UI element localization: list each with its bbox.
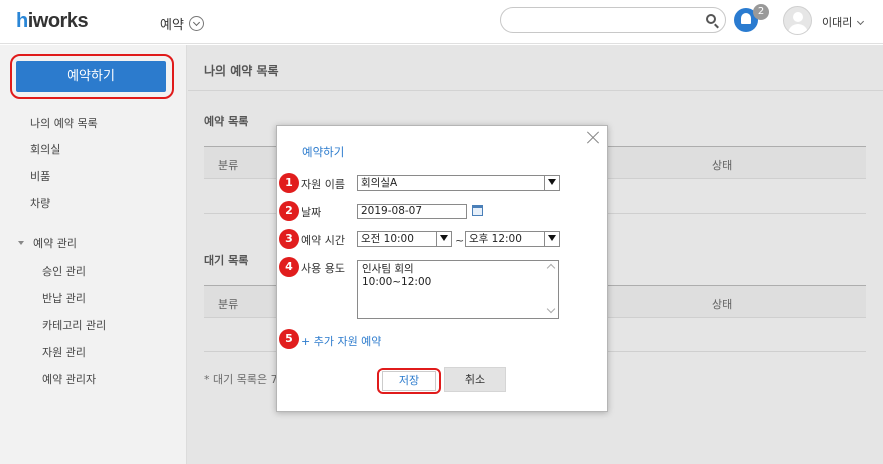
sidebar-item-vehicle[interactable]: 차량 — [30, 195, 50, 211]
step-number-3: 3 — [279, 229, 299, 249]
start-time-select[interactable]: 오전 10:00 — [357, 231, 452, 247]
reservation-dialog: 예약하기 1 자원 이름 회의실A 2 날짜 2019-08-07 3 예약 시… — [276, 125, 608, 412]
reserve-button[interactable]: 예약하기 — [16, 61, 166, 92]
top-bar: hiworks 예약 2 이대리 — [0, 0, 883, 44]
end-time-select[interactable]: 오후 12:00 — [465, 231, 560, 247]
step-number-2: 2 — [279, 201, 299, 221]
app-menu[interactable]: 예약 — [160, 14, 204, 33]
hiworks-logo[interactable]: hiworks — [16, 10, 89, 33]
sidebar-item-my-reservations[interactable]: 나의 예약 목록 — [30, 115, 98, 131]
sidebar-item-admin[interactable]: 예약 관리자 — [42, 371, 96, 387]
notification-badge: 2 — [753, 4, 769, 20]
chevron-down-icon — [544, 176, 559, 190]
sidebar-item-resource[interactable]: 자원 관리 — [42, 344, 86, 360]
sidebar-item-meeting-room[interactable]: 회의실 — [30, 141, 60, 157]
save-button[interactable]: 저장 — [382, 371, 436, 391]
sidebar: 예약하기 나의 예약 목록 회의실 비품 차량 예약 관리 승인 관리 반납 관… — [0, 45, 187, 464]
chevron-down-icon — [857, 17, 865, 26]
app-title: 예약 — [160, 18, 184, 33]
add-resource-link[interactable]: + 추가 자원 예약 — [301, 333, 381, 349]
resource-label: 자원 이름 — [301, 178, 345, 191]
step-number-4: 4 — [279, 257, 299, 277]
purpose-textarea[interactable]: 인사팀 회의 10:00~12:00 — [357, 260, 559, 319]
chevron-down-icon — [436, 232, 451, 246]
time-label: 예약 시간 — [301, 234, 345, 247]
sidebar-item-category[interactable]: 카테고리 관리 — [42, 317, 106, 333]
purpose-label: 사용 용도 — [301, 262, 345, 275]
caret-down-icon — [18, 241, 24, 245]
bell-icon — [741, 13, 751, 24]
cancel-button[interactable]: 취소 — [444, 367, 506, 392]
search-icon[interactable] — [706, 14, 716, 24]
close-icon[interactable] — [586, 131, 600, 145]
dialog-title: 예약하기 — [302, 145, 345, 159]
resource-select[interactable]: 회의실A — [357, 175, 560, 191]
search-input[interactable] — [500, 7, 726, 33]
time-separator: ~ — [455, 234, 465, 247]
scrollbar[interactable] — [544, 261, 558, 318]
chevron-down-icon — [544, 232, 559, 246]
user-menu[interactable]: 이대리 — [822, 14, 865, 30]
sidebar-item-supplies[interactable]: 비품 — [30, 168, 50, 184]
calendar-icon[interactable] — [472, 205, 483, 216]
date-field[interactable]: 2019-08-07 — [357, 204, 467, 219]
avatar[interactable] — [783, 6, 812, 35]
sidebar-group-manage[interactable]: 예약 관리 — [18, 235, 77, 251]
step-number-5: 5 — [279, 329, 299, 349]
step-number-1: 1 — [279, 173, 299, 193]
date-label: 날짜 — [301, 206, 322, 219]
chevron-down-icon — [188, 16, 204, 31]
sidebar-item-return[interactable]: 반납 관리 — [42, 290, 86, 306]
sidebar-item-approval[interactable]: 승인 관리 — [42, 263, 86, 279]
